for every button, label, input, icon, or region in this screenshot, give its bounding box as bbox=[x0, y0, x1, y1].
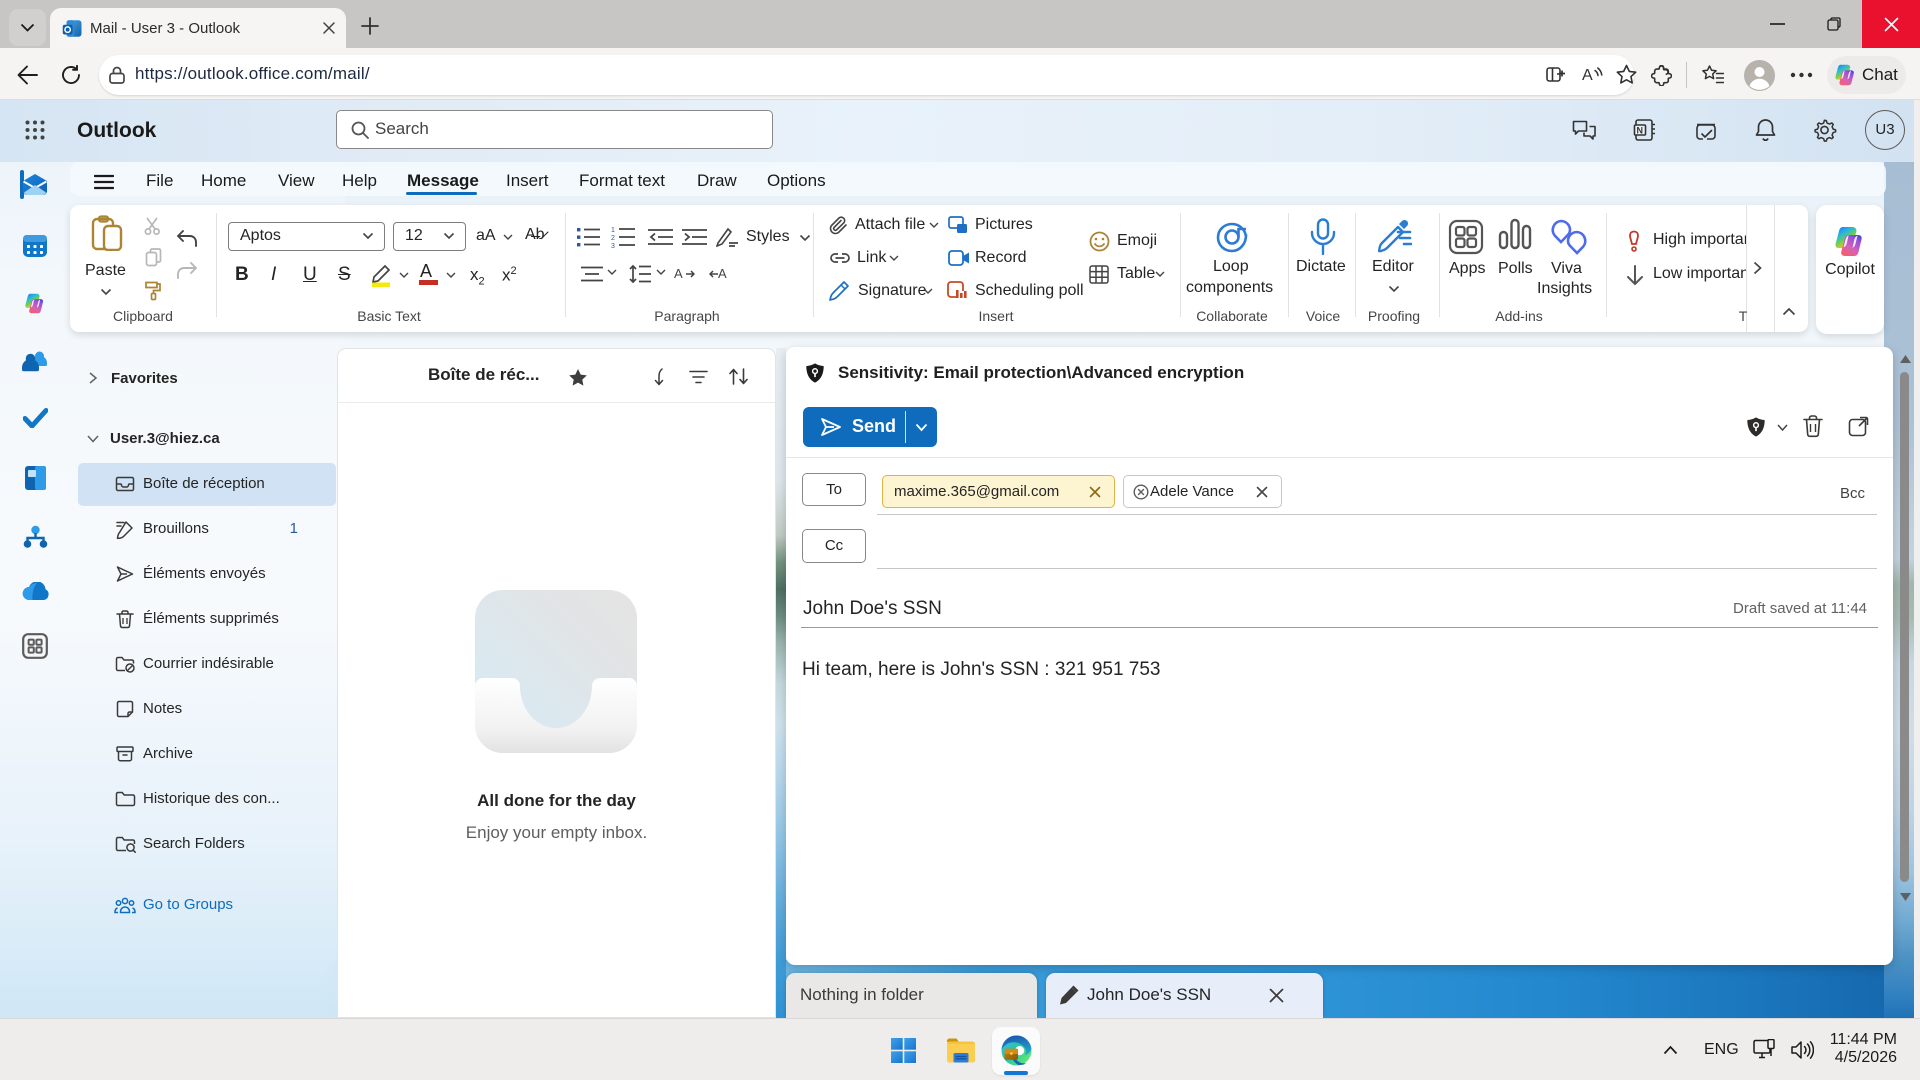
svg-text:A: A bbox=[1582, 67, 1593, 84]
svg-text:A: A bbox=[674, 266, 683, 281]
svg-text:3: 3 bbox=[611, 243, 615, 248]
svg-text:1: 1 bbox=[611, 227, 615, 234]
svg-text:A: A bbox=[718, 266, 727, 281]
svg-text:N: N bbox=[1637, 126, 1644, 136]
svg-text:2: 2 bbox=[611, 235, 615, 242]
